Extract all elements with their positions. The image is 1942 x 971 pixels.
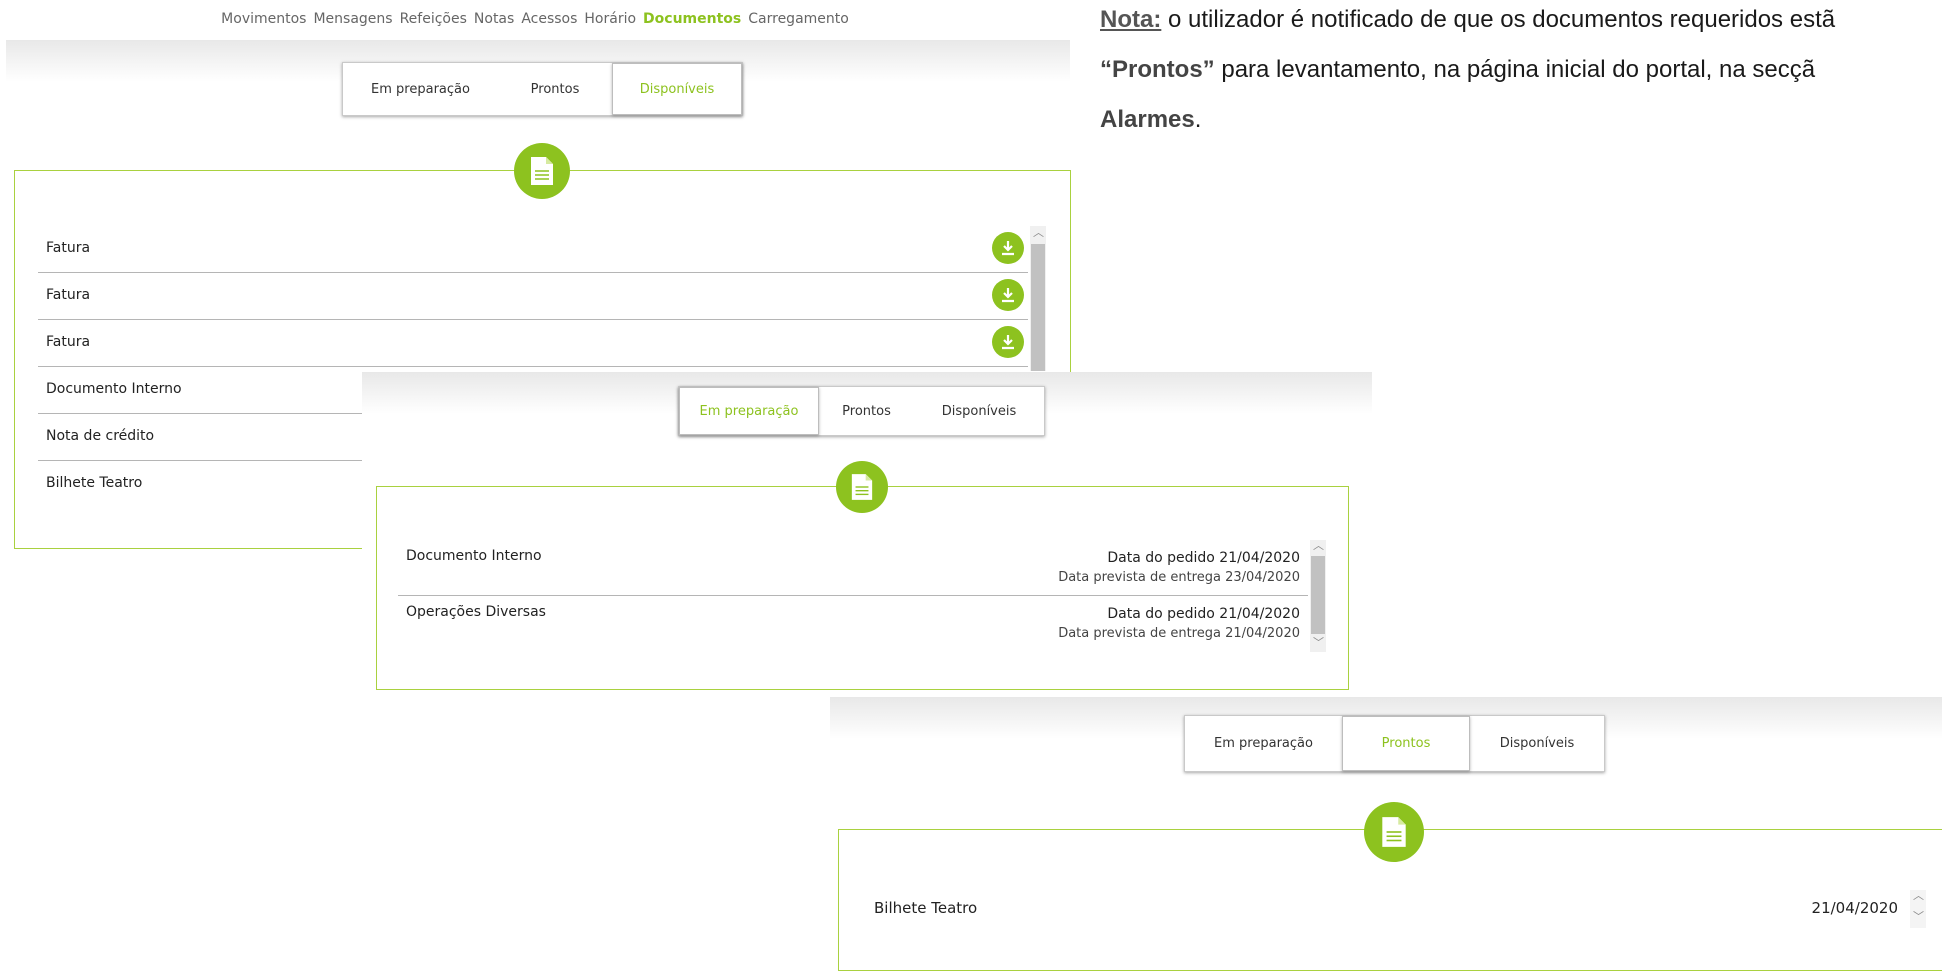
tab-disponiveis[interactable]: Disponíveis — [612, 63, 742, 115]
note-text: Nota: o utilizador é notificado de que o… — [1100, 0, 1942, 140]
row-label: Nota de crédito — [46, 428, 155, 444]
note-label: Nota: — [1100, 6, 1162, 33]
scrollbar[interactable]: ︿ ﹀ — [1910, 890, 1926, 928]
tab-prontos[interactable]: Prontos — [1342, 716, 1470, 771]
nav-item-refeicoes[interactable]: Refeições — [400, 11, 467, 27]
list-item[interactable]: Fatura — [38, 320, 1028, 367]
nav-item-acessos[interactable]: Acessos — [521, 11, 577, 27]
scroll-up-icon[interactable]: ︿ — [1313, 541, 1324, 552]
nav-item-carregamento[interactable]: Carregamento — [748, 11, 849, 27]
nav-item-notas[interactable]: Notas — [474, 11, 514, 27]
document-icon — [1364, 802, 1424, 862]
scroll-up-icon[interactable]: ︿ — [1033, 228, 1044, 239]
row-label: Bilhete Teatro — [46, 475, 143, 491]
scroll-down-icon[interactable]: ﹀ — [1313, 638, 1324, 649]
download-icon[interactable] — [992, 232, 1024, 264]
expected-date: Data prevista de entrega 21/04/2020 — [1058, 626, 1300, 641]
row-label: Fatura — [46, 334, 91, 350]
tab-prontos[interactable]: Prontos — [498, 63, 612, 115]
tab-em-preparacao[interactable]: Em preparação — [1185, 716, 1342, 771]
scroll-down-icon[interactable]: ﹀ — [1913, 912, 1924, 923]
scrollbar[interactable]: ︿ ﹀ — [1310, 540, 1326, 652]
note-line-2: para levantamento, na página inicial do … — [1214, 56, 1816, 83]
expected-date: Data prevista de entrega 23/04/2020 — [1058, 570, 1300, 585]
tab-prontos[interactable]: Prontos — [819, 387, 914, 435]
note-line-1: o utilizador é notificado de que os docu… — [1161, 6, 1836, 33]
row-label: Documento Interno — [46, 381, 182, 397]
request-date: Data do pedido 21/04/2020 — [1107, 606, 1300, 622]
download-icon[interactable] — [992, 279, 1024, 311]
note-alarmes: Alarmes — [1100, 106, 1195, 133]
tab-disponiveis[interactable]: Disponíveis — [914, 387, 1044, 435]
note-prontos-word: “Prontos” — [1100, 56, 1215, 83]
tabs-preparacao-view: Em preparação Prontos Disponíveis — [678, 386, 1045, 436]
document-icon — [514, 143, 570, 199]
nav-item-movimentos[interactable]: Movimentos — [221, 11, 306, 27]
row-label: Bilhete Teatro — [874, 899, 978, 917]
row-label: Operações Diversas — [406, 604, 546, 620]
row-label: Fatura — [46, 287, 91, 303]
download-icon[interactable] — [992, 326, 1024, 358]
row-label: Fatura — [46, 240, 91, 256]
scrollbar-thumb[interactable] — [1031, 244, 1045, 371]
note-period: . — [1194, 106, 1202, 133]
scrollbar[interactable]: ︿ — [1030, 226, 1046, 371]
tabs-disponiveis-view: Em preparação Prontos Disponíveis — [342, 62, 743, 116]
scrollbar-thumb[interactable] — [1311, 556, 1325, 634]
nav-item-mensagens[interactable]: Mensagens — [313, 11, 392, 27]
tab-disponiveis[interactable]: Disponíveis — [1470, 716, 1604, 771]
tab-em-preparacao[interactable]: Em preparação — [343, 63, 498, 115]
request-date: Data do pedido 21/04/2020 — [1107, 550, 1300, 566]
row-dates: Data do pedido 21/04/2020 Data prevista … — [1058, 604, 1300, 644]
nav-item-horario[interactable]: Horário — [584, 11, 636, 27]
top-nav: Movimentos Mensagens Refeições Notas Ace… — [0, 0, 1070, 38]
row-dates: Data do pedido 21/04/2020 Data prevista … — [1058, 548, 1300, 588]
list-item[interactable]: Fatura — [38, 273, 1028, 320]
scroll-up-icon[interactable]: ︿ — [1913, 891, 1924, 902]
document-icon — [836, 461, 888, 513]
row-label: Documento Interno — [406, 548, 542, 564]
list-item[interactable]: Documento Interno Data do pedido 21/04/2… — [398, 540, 1308, 596]
list-item[interactable]: Operações Diversas Data do pedido 21/04/… — [398, 596, 1308, 652]
list-item[interactable]: Bilhete Teatro 21/04/2020 — [866, 892, 1898, 926]
ready-date: 21/04/2020 — [1811, 899, 1898, 917]
tabs-prontos-view: Em preparação Prontos Disponíveis — [1184, 715, 1605, 772]
nav-item-documentos[interactable]: Documentos — [643, 11, 741, 27]
list-item[interactable]: Fatura — [38, 226, 1028, 273]
tab-em-preparacao[interactable]: Em preparação — [679, 387, 819, 435]
